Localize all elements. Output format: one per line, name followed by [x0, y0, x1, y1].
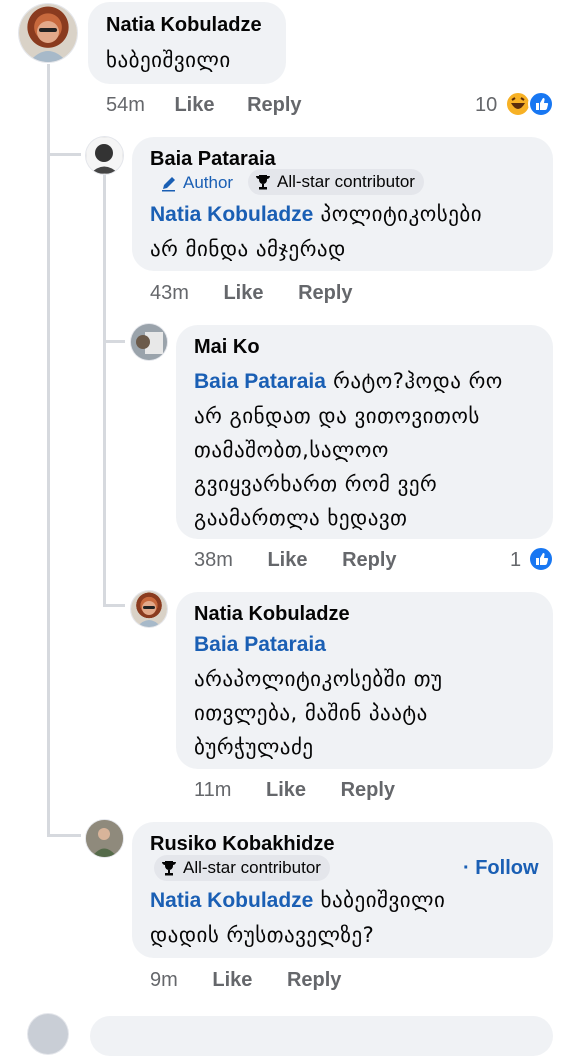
comment-text: Baia Pataraia არაპოლიტიკოსებში თუ ითვლებ…: [194, 627, 549, 764]
avatar-image: [137, 601, 161, 627]
comment-time[interactable]: 43m: [150, 282, 189, 304]
mention-link[interactable]: Natia Kobuladze: [150, 889, 313, 912]
like-button[interactable]: Like: [267, 549, 307, 571]
comment-time[interactable]: 11m: [194, 779, 231, 801]
comment-text: Natia Kobuladze პოლიტიკოსები არ მინდა ამ…: [150, 197, 545, 266]
thread-connector-1: [47, 153, 81, 156]
comment-text-line: ითვლება, მაშინ პაატა: [194, 701, 428, 725]
badge-label: All-star contributor: [183, 858, 321, 877]
mention-link[interactable]: Natia Kobuladze: [150, 203, 313, 226]
like-button[interactable]: Like: [174, 94, 214, 116]
author-badge: Author: [160, 170, 242, 196]
like-button[interactable]: Like: [212, 969, 252, 991]
comment-author[interactable]: Rusiko Kobakhidze: [150, 833, 334, 856]
comment-text-line: ხაბეიშვილი: [320, 888, 446, 912]
comment-bubble: [90, 1016, 553, 1056]
pencil-icon: [162, 177, 175, 192]
comment-time[interactable]: 38m: [194, 549, 233, 571]
avatar-image: [131, 324, 167, 360]
comment-text-line: გვიყვარხართ რომ ვერ: [194, 472, 438, 496]
mention-link[interactable]: Baia Pataraia: [194, 370, 326, 393]
comment-text-line: არ მინდა ამჯერად: [150, 237, 346, 261]
like-button[interactable]: Like: [266, 779, 306, 801]
comment-author[interactable]: Baia Pataraia: [150, 148, 276, 171]
thread-line-sub: [103, 173, 106, 606]
thread-connector-2: [103, 340, 125, 343]
thread-connector-3: [103, 604, 125, 607]
avatar[interactable]: [86, 820, 123, 857]
mention-link[interactable]: Baia Pataraia: [194, 633, 326, 656]
avatar[interactable]: [19, 4, 77, 62]
comment-author[interactable]: Mai Ko: [194, 336, 260, 359]
like-button[interactable]: Like: [223, 282, 263, 304]
comment-meta: 43m Like Reply: [150, 282, 353, 305]
all-star-badge: All-star contributor: [154, 855, 330, 881]
badge-label: Author: [183, 173, 234, 192]
reply-button[interactable]: Reply: [247, 94, 301, 116]
comment-meta: 9m Like Reply: [150, 969, 341, 992]
thread-connector-4: [47, 834, 81, 837]
comment-text-line: თამაშობთ,სალოო: [194, 438, 389, 462]
comment-text-line: გაამართლა ხედავთ: [194, 506, 408, 530]
all-star-badge: All-star contributor: [248, 169, 424, 195]
comment-meta: 11m Like Reply: [194, 779, 395, 802]
comment-text-line: დადის რუსთაველზე?: [150, 923, 375, 947]
comment-text-line: არაპოლიტიკოსებში თუ: [194, 667, 443, 691]
comment-author[interactable]: Natia Kobuladze: [106, 14, 262, 37]
comment-text: ხაბეიშვილი: [106, 48, 231, 72]
reply-button[interactable]: Reply: [341, 779, 395, 801]
comment-text: Baia Pataraia რატო?ჰოდა რო არ გინდათ და …: [194, 364, 549, 535]
follow-button[interactable]: · Follow: [463, 857, 539, 880]
badge-label: All-star contributor: [277, 172, 415, 191]
avatar[interactable]: [131, 324, 167, 360]
comment-meta: 38m Like Reply: [194, 549, 397, 572]
comment-text-line: პოლიტიკოსები: [320, 202, 483, 226]
trophy-icon: [162, 861, 176, 876]
avatar-image: [86, 820, 123, 857]
avatar-image: [29, 21, 67, 62]
thread-line-main: [47, 64, 50, 836]
comment-text-line: ბურჭულაძე: [194, 735, 314, 759]
reaction-count[interactable]: 1: [510, 549, 521, 572]
reply-button[interactable]: Reply: [298, 282, 352, 304]
trophy-icon: [256, 175, 270, 190]
comment-time[interactable]: 54m: [106, 94, 145, 116]
comment-text-line: არ გინდათ და ვითოვითოს: [194, 404, 480, 428]
comment-meta: 54m Like Reply: [106, 94, 302, 117]
reply-button[interactable]: Reply: [342, 549, 396, 571]
comment-author[interactable]: Natia Kobuladze: [194, 603, 350, 626]
avatar-image: [86, 137, 123, 174]
comment-text: Natia Kobuladze ხაბეიშვილი დადის რუსთავე…: [150, 883, 545, 952]
avatar[interactable]: [131, 591, 167, 627]
avatar[interactable]: [28, 1014, 68, 1054]
like-reaction-icon[interactable]: [528, 91, 554, 117]
like-reaction-icon[interactable]: [528, 546, 554, 572]
comment-text-line: რატო?ჰოდა რო: [333, 369, 503, 393]
avatar[interactable]: [86, 137, 123, 174]
reaction-count[interactable]: 10: [475, 94, 497, 117]
reply-button[interactable]: Reply: [287, 969, 341, 991]
comment-time[interactable]: 9m: [150, 969, 178, 991]
